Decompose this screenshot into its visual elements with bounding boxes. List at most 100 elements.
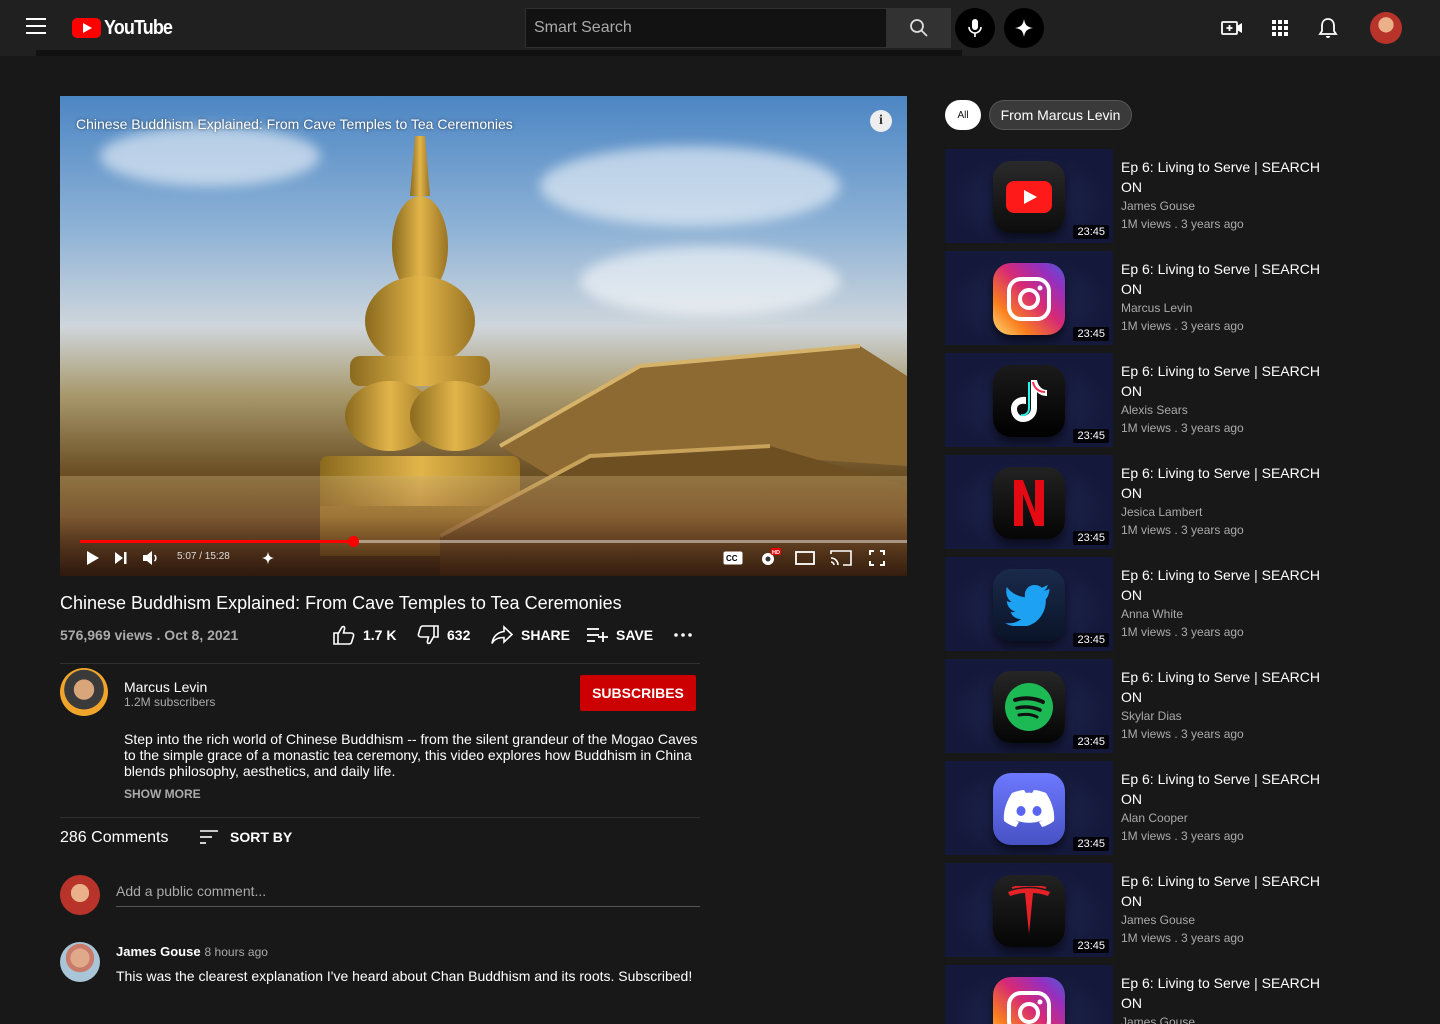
video-thumbnail[interactable]: 23:45 [945,455,1113,549]
chip-all[interactable]: All [945,100,981,130]
recommended-video-channel[interactable]: Skylar Dias [1121,709,1182,723]
chip-from-channel[interactable]: From Marcus Levin [989,100,1132,130]
recommended-video-channel[interactable]: James Gouse [1121,913,1195,927]
recommended-video[interactable]: 23:45 Ep 6: Living to Serve | SEARCH ON Sk… [945,659,1345,753]
recommended-video[interactable]: 23:45 Ep 6: Living to Serve | SEARCH ON Je… [945,455,1345,549]
video-player[interactable]: Chinese Buddhism Explained: From Cave Te… [60,96,907,576]
logo-text: YouTube [104,16,173,39]
video-duration: 23:45 [1073,633,1109,647]
channel-name[interactable]: Marcus Levin [124,679,207,695]
captions-icon[interactable]: CC [722,546,744,570]
recommended-video-channel[interactable]: James Gouse [1121,1015,1195,1024]
commenter-avatar[interactable] [60,942,100,982]
save-button[interactable]: SAVE [586,624,653,646]
show-more-link[interactable]: SHOW MORE [124,787,201,801]
video-thumbnail[interactable]: 23:45 [945,149,1113,243]
microphone-icon [968,19,982,37]
recommended-video-title[interactable]: Ep 6: Living to Serve | SEARCH ON [1121,463,1321,503]
recommended-video-meta: 1M views . 3 years ago [1121,829,1244,843]
share-button[interactable]: SHARE [491,624,570,646]
divider [60,817,700,818]
recommended-video-channel[interactable]: Jesica Lambert [1121,505,1202,519]
progress-fill [80,540,353,543]
theater-mode-icon[interactable] [794,546,816,570]
play-icon[interactable] [82,546,104,570]
recommended-video-title[interactable]: Ep 6: Living to Serve | SEARCH ON [1121,259,1321,299]
video-thumbnail[interactable]: 23:45 [945,557,1113,651]
notifications-bell-icon[interactable] [1316,16,1340,40]
recommended-video-title[interactable]: Ep 6: Living to Serve | SEARCH ON [1121,361,1321,401]
recommended-video-title[interactable]: Ep 6: Living to Serve | SEARCH ON [1121,667,1321,707]
recommended-video[interactable]: 23:45 Ep 6: Living to Serve | SEARCH ON Ja… [945,863,1345,957]
settings-gear-icon[interactable]: HD [758,546,782,570]
cloud [100,126,320,186]
youtube-logo[interactable]: YouTube [72,16,180,40]
volume-icon[interactable] [140,546,162,570]
fullscreen-icon[interactable] [866,546,888,570]
recommended-video[interactable]: 23:45 Ep 6: Living to Serve | SEARCH ON Ma… [945,251,1345,345]
more-actions-icon[interactable] [674,624,700,646]
recommended-video[interactable]: 23:45 Ep 6: Living to Serve | SEARCH ON Ja… [945,149,1345,243]
next-icon[interactable] [110,546,132,570]
subscribe-button[interactable]: SUBSCRIBES [580,675,696,711]
progress-scrubber[interactable] [347,536,359,547]
user-avatar[interactable] [1370,12,1402,44]
video-title: Chinese Buddhism Explained: From Cave Te… [60,593,622,613]
progress-bar[interactable] [80,536,907,547]
youtube-play-icon [72,18,101,38]
comment-text: This was the clearest explanation I've h… [116,968,693,984]
sort-by-button[interactable]: SORT BY [200,829,292,845]
video-thumbnail[interactable]: 23:45 [945,863,1113,957]
divider [60,663,700,664]
recommended-video[interactable]: Ep 6: Living to Serve | SEARCH ON James G… [945,965,1345,1024]
share-label: SHARE [521,627,571,643]
create-video-icon[interactable] [1220,16,1244,40]
info-icon[interactable]: i [870,110,892,132]
search-input[interactable]: Smart Search [525,8,887,48]
sort-by-label: SORT BY [230,829,293,845]
video-thumbnail[interactable]: 23:45 [945,251,1113,345]
recommended-video-title[interactable]: Ep 6: Living to Serve | SEARCH ON [1121,565,1321,605]
recommended-video-title[interactable]: Ep 6: Living to Serve | SEARCH ON [1121,973,1321,1013]
video-thumbnail[interactable]: 23:45 [945,761,1113,855]
search-button[interactable] [887,8,951,48]
sort-icon [200,830,218,844]
recommended-video-channel[interactable]: Alan Cooper [1121,811,1188,825]
video-thumbnail[interactable]: 23:45 [945,659,1113,753]
recommended-video-channel[interactable]: Anna White [1121,607,1183,621]
apps-grid-icon[interactable] [1268,16,1292,40]
video-thumbnail[interactable] [945,965,1113,1024]
svg-text:HD: HD [772,550,780,556]
video-thumbnail[interactable]: 23:45 [945,353,1113,447]
dislike-button[interactable]: 632 [417,624,470,646]
comment-author[interactable]: James Gouse 8 hours ago [116,944,268,959]
like-count: 1.7 K [363,627,397,643]
cast-icon[interactable] [829,546,853,570]
recommended-video-meta: 1M views . 3 years ago [1121,625,1244,639]
like-button[interactable]: 1.7 K [333,624,396,646]
recommended-video-channel[interactable]: Alexis Sears [1121,403,1188,417]
comment-time: 8 hours ago [204,945,268,959]
hamburger-menu-icon[interactable] [26,18,46,38]
recommended-video-channel[interactable]: James Gouse [1121,199,1195,213]
ai-sparkle-button[interactable] [1004,8,1044,48]
recommended-video[interactable]: 23:45 Ep 6: Living to Serve | SEARCH ON Al… [945,761,1345,855]
search-icon [910,19,928,37]
channel-avatar[interactable] [60,668,108,716]
save-playlist-icon [587,628,608,642]
recommended-video-meta: 1M views . 3 years ago [1121,931,1244,945]
sparkle-icon[interactable] [258,546,278,570]
recommended-video[interactable]: 23:45 Ep 6: Living to Serve | SEARCH ON An… [945,557,1345,651]
voice-search-button[interactable] [955,8,995,48]
recommended-video-title[interactable]: Ep 6: Living to Serve | SEARCH ON [1121,157,1321,197]
netflix-icon [993,467,1065,539]
recommended-video-title[interactable]: Ep 6: Living to Serve | SEARCH ON [1121,769,1321,809]
comment-author-name[interactable]: James Gouse [116,944,201,959]
add-comment-input[interactable]: Add a public comment... [116,883,700,907]
recommended-video[interactable]: 23:45 Ep 6: Living to Serve | SEARCH ON Al… [945,353,1345,447]
share-icon [491,625,513,644]
current-user-avatar [60,875,100,915]
recommended-video-channel[interactable]: Marcus Levin [1121,301,1192,315]
video-duration: 23:45 [1073,327,1109,341]
recommended-video-title[interactable]: Ep 6: Living to Serve | SEARCH ON [1121,871,1321,911]
